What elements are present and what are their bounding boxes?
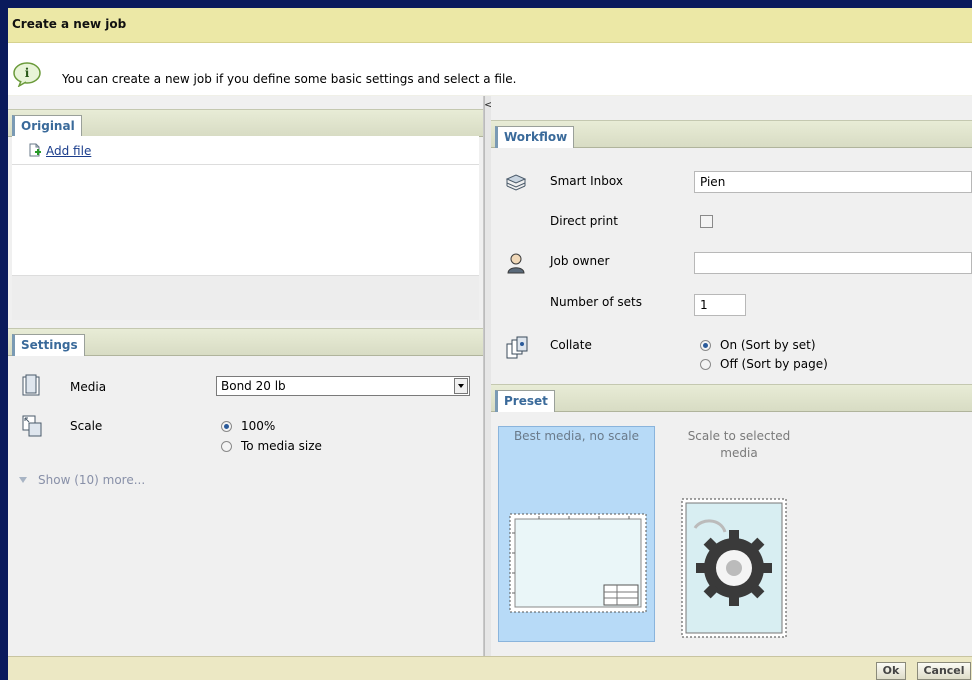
triangle-down-icon[interactable] [19,477,27,483]
scale-label: Scale [70,419,103,433]
settings-section-header: Settings [8,328,483,356]
number-of-sets-label: Number of sets [550,295,642,309]
preset-card-best-media[interactable]: Best media, no scale [498,426,655,642]
chevron-down-icon[interactable] [454,378,468,394]
ok-button[interactable]: Ok [876,662,906,680]
user-icon [506,252,526,274]
original-add-row: Add file [12,136,479,165]
media-label: Media [70,380,107,394]
media-icon [22,374,42,396]
media-select[interactable]: Bond 20 lb [216,376,470,396]
original-file-list [12,165,479,275]
scale-radio-to-media[interactable] [221,441,232,452]
left-pane: Original Add file Settings Media Bond 20… [8,96,484,656]
add-file-link[interactable]: Add file [46,144,91,158]
dialog-title: Create a new job [12,17,127,31]
cancel-button[interactable]: Cancel [917,662,971,680]
info-bar: i You can create a new job if you define… [8,43,972,95]
preset-name: Best media, no scale [513,429,640,443]
collate-radio-on[interactable] [700,340,711,351]
info-message: You can create a new job if you define s… [62,72,517,86]
collate-option-off: Off (Sort by page) [720,357,828,371]
preset-section-header: Preset [491,384,972,412]
collate-label: Collate [550,338,592,352]
tab-settings[interactable]: Settings [12,334,85,356]
media-select-value: Bond 20 lb [221,379,286,393]
preset-card-scale-to-media[interactable]: Scale to selected media [659,426,816,642]
blueprint-icon [509,513,647,613]
scale-option-100: 100% [241,419,276,433]
scale-icon [22,415,42,437]
direct-print-label: Direct print [550,214,618,228]
direct-print-checkbox[interactable] [700,215,713,228]
dialog-footer: Ok Cancel [8,656,972,680]
inbox-icon [505,174,527,192]
tab-original[interactable]: Original [12,115,82,137]
job-owner-label: Job owner [550,254,610,268]
right-pane: Workflow Smart Inbox Pien Direct print J… [491,96,972,656]
number-of-sets-input[interactable]: 1 [694,294,746,316]
smart-inbox-label: Smart Inbox [550,174,623,188]
collate-icon [506,336,528,360]
svg-text:i: i [25,66,30,80]
workflow-section-header: Workflow [491,120,972,148]
add-file-icon[interactable] [28,143,42,157]
original-footer [12,275,479,320]
smart-inbox-input[interactable]: Pien [694,171,972,193]
show-more-link[interactable]: Show (10) more... [38,473,145,487]
dialog-titlebar: Create a new job [8,8,972,43]
preset-name: Scale to selected media [687,429,791,460]
create-job-dialog: Create a new job i You can create a new … [8,8,972,680]
scale-radio-100[interactable] [221,421,232,432]
original-section-header: Original [8,109,483,137]
scale-option-to-media: To media size [241,439,322,453]
gear-scale-icon [681,498,787,638]
collate-option-on: On (Sort by set) [720,338,816,352]
collate-radio-off[interactable] [700,359,711,370]
job-owner-input[interactable] [694,252,972,274]
tab-workflow[interactable]: Workflow [495,126,575,148]
info-icon: i [12,61,42,88]
tab-preset[interactable]: Preset [495,390,555,412]
